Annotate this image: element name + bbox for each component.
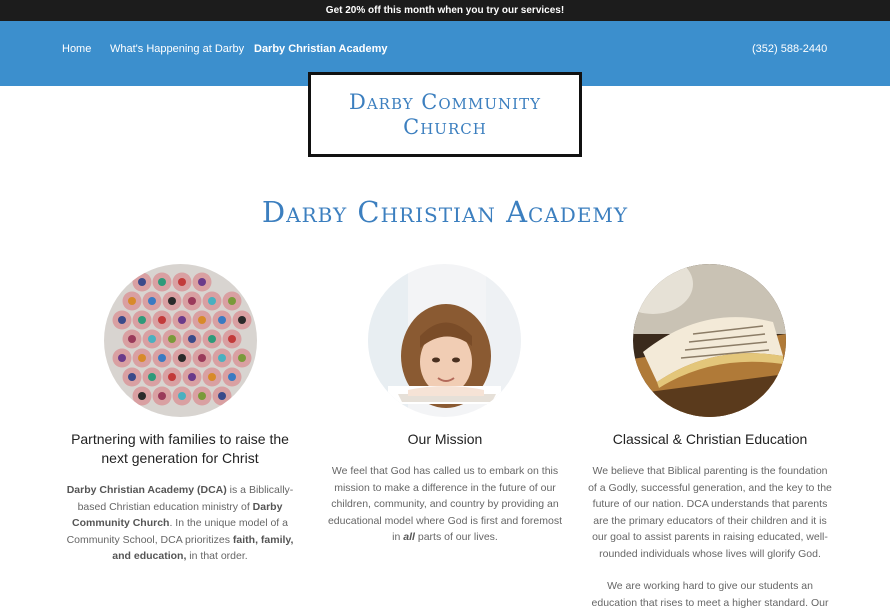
page-title: Darby Christian Academy bbox=[261, 195, 629, 229]
mission-paragraph: We feel that God has called us to embark… bbox=[327, 465, 563, 543]
site-logo[interactable]: Darby Community Church bbox=[308, 72, 582, 157]
classical-education-paragraph-1: We believe that Biblical parenting is th… bbox=[588, 465, 832, 560]
nav-academy-link[interactable]: Darby Christian Academy bbox=[254, 43, 387, 55]
classical-education-heading: Classical & Christian Education bbox=[612, 431, 808, 447]
open-book-image bbox=[633, 264, 786, 417]
girl-reading-image bbox=[368, 264, 521, 417]
logo-line-1: Darby Community bbox=[349, 89, 541, 114]
partnering-paragraph: Darby Christian Academy (DCA) is a Bibli… bbox=[66, 484, 294, 562]
phone-number-link[interactable]: (352) 588-2440 bbox=[752, 43, 827, 55]
logo-line-2: Church bbox=[403, 114, 487, 139]
mission-heading: Our Mission bbox=[407, 431, 483, 447]
promo-banner: Get 20% off this month when you try our … bbox=[0, 0, 890, 21]
nav-home-link[interactable]: Home bbox=[62, 43, 91, 55]
colored-pencils-image bbox=[104, 264, 257, 417]
nav-whats-happening-link[interactable]: What's Happening at Darby bbox=[110, 43, 244, 55]
partnering-heading: Partnering with families to raise the ne… bbox=[71, 431, 289, 466]
classical-education-paragraph-2: We are working hard to give our students… bbox=[591, 580, 829, 609]
